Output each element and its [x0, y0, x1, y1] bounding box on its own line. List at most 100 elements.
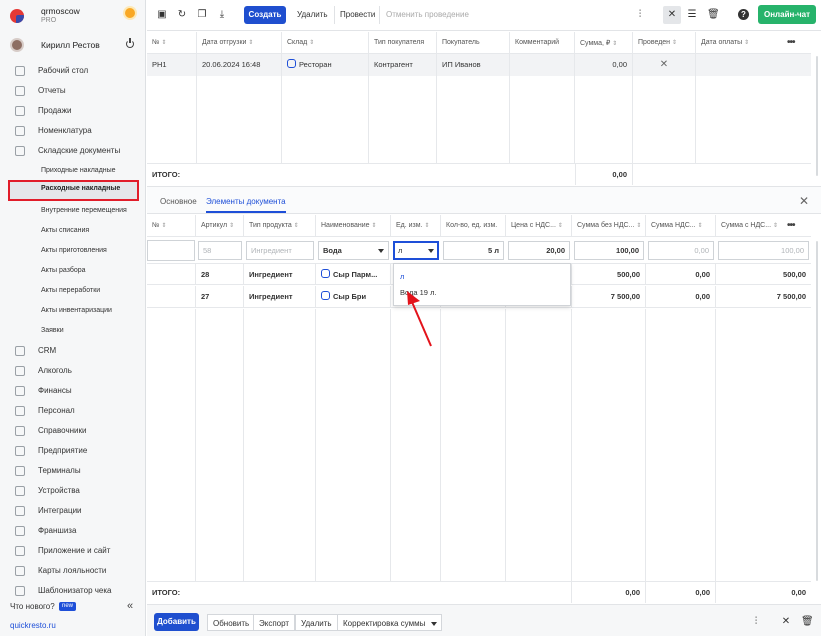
tab-main[interactable]: Основное	[160, 197, 197, 206]
col-header-name[interactable]: Наименование ⇕	[316, 215, 391, 236]
sum-no-vat-input[interactable]: 100,00	[574, 241, 644, 260]
tab-document-elements[interactable]: Элементы документа	[206, 197, 286, 213]
sidebar-subitem-requests[interactable]: Заявки	[0, 322, 146, 340]
col-header-product-type[interactable]: Тип продукта ⇕	[244, 215, 316, 236]
sidebar-subitem-processing[interactable]: Акты переработки	[0, 282, 146, 300]
theme-sun-icon[interactable]	[125, 8, 135, 18]
correction-dropdown[interactable]: Корректировка суммы	[337, 614, 443, 631]
columns-settings-icon[interactable]: ⫶	[635, 9, 645, 20]
more-columns-icon[interactable]: •••	[787, 37, 795, 48]
scrollbar[interactable]	[816, 241, 818, 581]
sidebar-item-sales[interactable]: Продажи	[0, 102, 146, 120]
sidebar-item-terminals[interactable]: Терминалы	[0, 462, 146, 480]
refresh-button[interactable]: Обновить	[207, 614, 256, 631]
col-header-price[interactable]: Цена с НДС... ⇕	[506, 215, 572, 236]
sidebar-subitem-writeoff[interactable]: Акты списания	[0, 222, 146, 240]
sidebar-item-enterprise[interactable]: Предприятие	[0, 442, 146, 460]
col-header-qty[interactable]: Кол-во, ед. изм.	[441, 215, 506, 236]
sidebar-subitem-cooking[interactable]: Акты приготовления	[0, 242, 146, 260]
scrollbar[interactable]	[816, 56, 818, 176]
sidebar-item-dashboard[interactable]: Рабочий стол	[0, 62, 146, 80]
sidebar-item-integrations[interactable]: Интеграции	[0, 502, 146, 520]
logout-icon[interactable]	[126, 38, 134, 48]
vat-input[interactable]: 0,00	[648, 241, 714, 260]
list-icon[interactable]: ☰	[687, 9, 697, 20]
tools-icon[interactable]: ✕	[781, 616, 791, 627]
col-header-buyer-type[interactable]: Тип покупателя	[369, 32, 437, 53]
help-icon[interactable]: ?	[738, 9, 749, 20]
close-icon[interactable]: ✕	[799, 194, 809, 208]
columns-settings-icon[interactable]: ⫶	[751, 616, 761, 627]
product-type-input[interactable]: Ингредиент	[246, 241, 314, 260]
user-name: Кирилл Рестов	[41, 40, 100, 50]
delete-button[interactable]: Удалить	[297, 10, 328, 19]
sidebar-subitem-incoming[interactable]: Приходные накладные	[0, 162, 146, 180]
link-icon[interactable]	[321, 269, 330, 278]
sum-vat-input[interactable]: 100,00	[718, 241, 809, 260]
unit-option[interactable]: л	[400, 272, 404, 281]
name-select[interactable]: Вода	[318, 241, 389, 260]
col-header-sum-vat[interactable]: Сумма с НДС... ⇕	[716, 215, 811, 236]
price-input[interactable]: 20,00	[508, 241, 570, 260]
brand[interactable]: qrmoscow PRO	[10, 6, 140, 28]
collapse-sidebar-icon[interactable]: «	[127, 600, 133, 612]
sidebar-item-alcohol[interactable]: Алкоголь	[0, 362, 146, 380]
col-label: Комментарий	[515, 39, 560, 46]
link-icon[interactable]	[321, 291, 330, 300]
sidebar-subitem-disassembly[interactable]: Акты разбора	[0, 262, 146, 280]
sidebar-item-warehouse-docs[interactable]: Складские документы	[0, 142, 146, 160]
create-button[interactable]: Создать	[244, 6, 286, 24]
col-header-comment[interactable]: Комментарий	[510, 32, 575, 53]
trash-icon[interactable]: 🗑	[707, 9, 720, 20]
table-row[interactable]: РН1 20.06.2024 16:48 Ресторан Контрагент…	[147, 54, 811, 76]
unit-select[interactable]: л	[393, 241, 439, 260]
sidebar-item-crm[interactable]: CRM	[0, 342, 146, 360]
sidebar-subitem-inventory[interactable]: Акты инвентаризации	[0, 302, 146, 320]
col-header-buyer[interactable]: Покупатель	[437, 32, 510, 53]
export-button[interactable]: Экспорт	[253, 614, 296, 631]
sidebar-item-reports[interactable]: Отчеты	[0, 82, 146, 100]
col-header-sum[interactable]: Сумма, ₽ ⇕	[575, 32, 633, 53]
save-icon[interactable]: ▣	[157, 9, 167, 20]
sidebar-item-receipt-templates[interactable]: Шаблонизатор чека	[0, 582, 146, 600]
trash-icon[interactable]: 🗑	[801, 616, 814, 627]
sidebar-item-devices[interactable]: Устройства	[0, 482, 146, 500]
col-header-sum-no-vat[interactable]: Сумма без НДС... ⇕	[572, 215, 646, 236]
col-header-ship-date[interactable]: Дата отгрузки ⇕	[197, 32, 282, 53]
col-header-unit[interactable]: Ед. изм. ⇕	[391, 215, 441, 236]
online-chat-button[interactable]: Онлайн-чат	[758, 5, 816, 24]
sidebar-item-app-site[interactable]: Приложение и сайт	[0, 542, 146, 560]
sidebar-item-staff[interactable]: Персонал	[0, 402, 146, 420]
col-header-vat[interactable]: Сумма НДС... ⇕	[646, 215, 716, 236]
sidebar-item-finance[interactable]: Финансы	[0, 382, 146, 400]
number-input[interactable]	[147, 240, 195, 261]
download-icon[interactable]: ⤓	[217, 9, 227, 20]
col-header-warehouse[interactable]: Склад ⇕	[282, 32, 369, 53]
link-icon[interactable]	[287, 59, 296, 68]
sidebar-subitem-transfers[interactable]: Внутренние перемещения	[0, 202, 146, 220]
col-header-article[interactable]: Артикул ⇕	[196, 215, 244, 236]
col-header-posted[interactable]: Проведен ⇕	[633, 32, 696, 53]
more-columns-icon[interactable]: •••	[787, 220, 795, 231]
col-header-number[interactable]: № ⇕	[147, 215, 196, 236]
article-input[interactable]: 58	[198, 241, 242, 260]
unpost-button[interactable]: Отменить проведение	[386, 10, 469, 19]
devices-icon	[15, 486, 25, 496]
user-profile[interactable]: Кирилл Рестов	[10, 36, 140, 54]
cell-name: Сыр Парм...	[316, 264, 391, 284]
qty-input[interactable]: 5 л	[443, 241, 504, 260]
site-link[interactable]: quickresto.ru	[10, 621, 56, 630]
post-button[interactable]: Провести	[340, 10, 375, 19]
delete-button[interactable]: Удалить	[295, 614, 338, 631]
sidebar-item-directory[interactable]: Справочники	[0, 422, 146, 440]
add-button[interactable]: Добавить	[154, 613, 199, 631]
refresh-icon[interactable]: ↻	[177, 9, 187, 20]
whats-new-link[interactable]: Что нового?	[10, 602, 55, 611]
sidebar-item-franchise[interactable]: Франшиза	[0, 522, 146, 540]
sidebar-item-loyalty[interactable]: Карты лояльности	[0, 562, 146, 580]
sidebar-item-nomenclature[interactable]: Номенклатура	[0, 122, 146, 140]
edit-row[interactable]: 58 Ингредиент Вода л 5 л 20,00 100,00 0,…	[147, 239, 811, 262]
col-header-number[interactable]: № ⇕	[147, 32, 197, 53]
copy-icon[interactable]: ❐	[197, 9, 207, 20]
sidebar-subitem-outgoing[interactable]: Расходные накладные	[8, 180, 139, 201]
